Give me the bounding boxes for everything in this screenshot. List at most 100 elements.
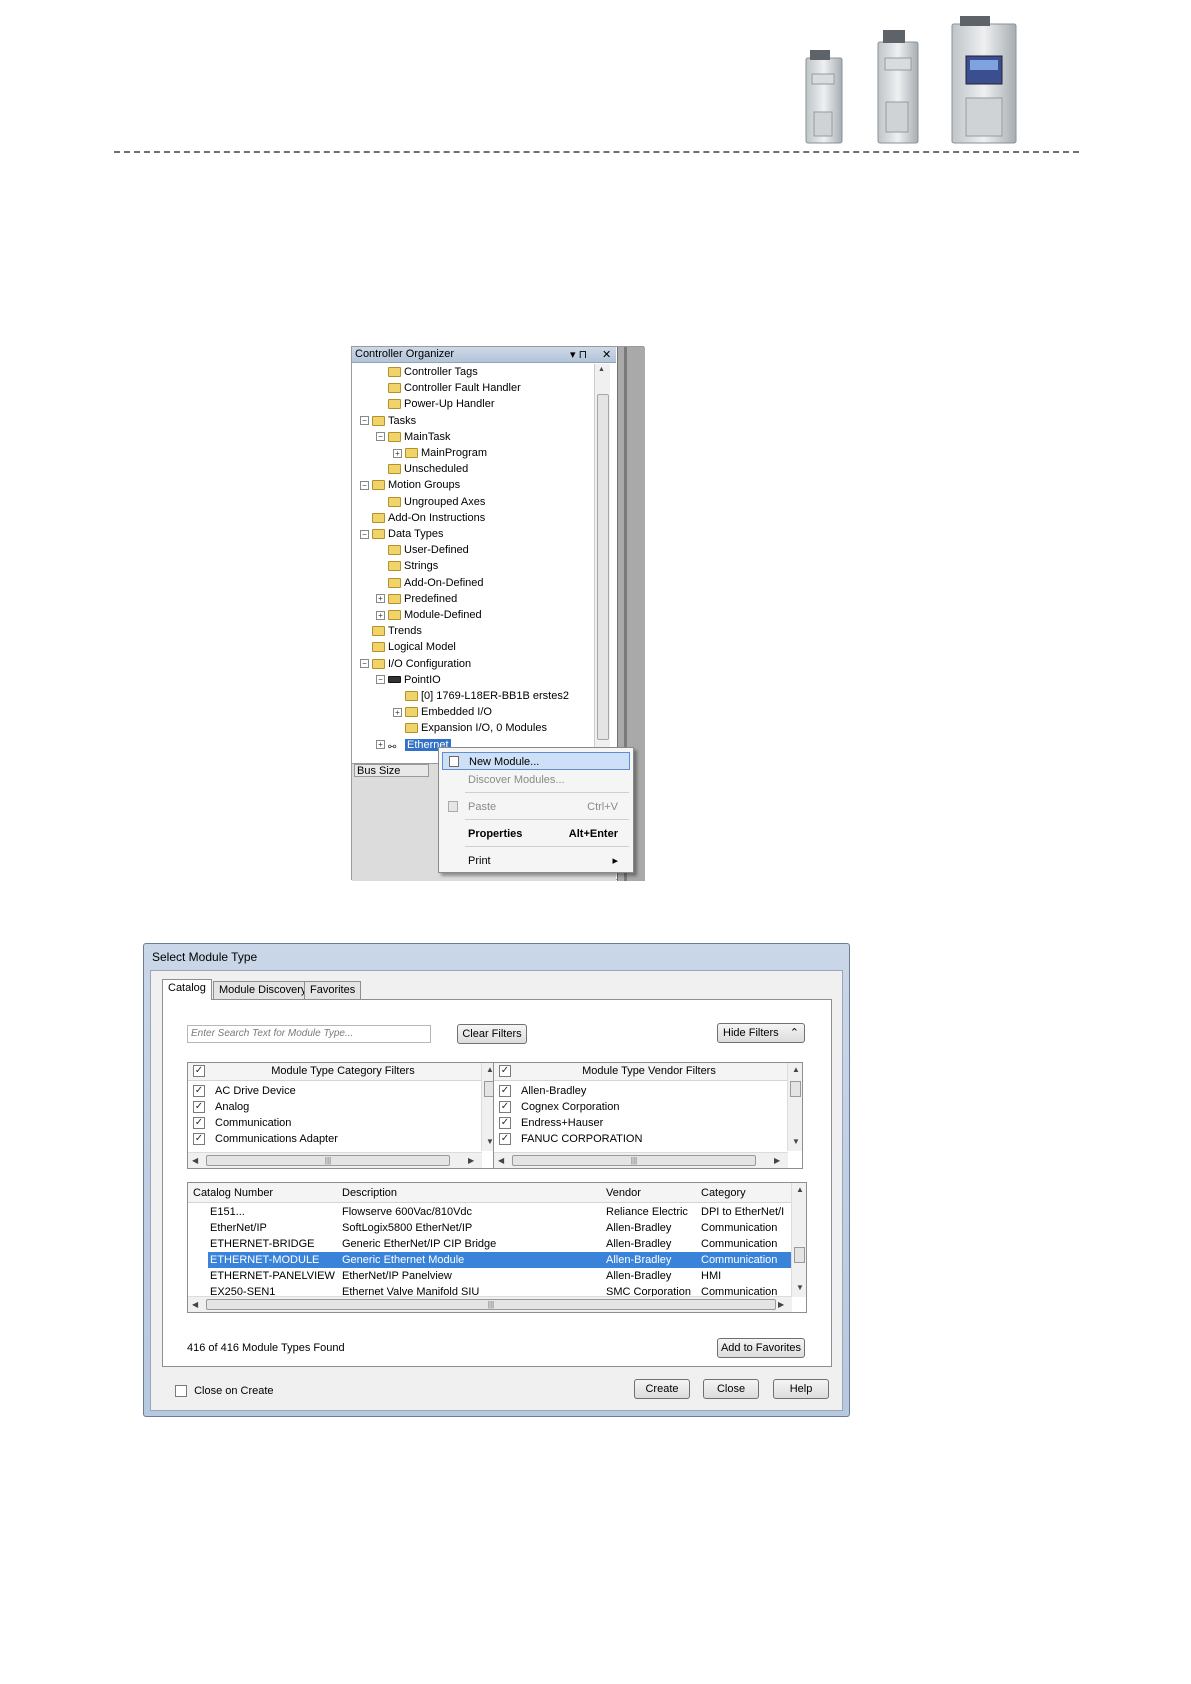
table-scrollbar[interactable]: ▲ ▼ <box>791 1183 806 1297</box>
collapse-icon: ⌃ <box>789 1027 799 1039</box>
category-select-all-checkbox[interactable]: ✓ <box>193 1065 205 1077</box>
menu-item-discover-modules[interactable]: Discover Modules... <box>442 771 630 789</box>
category-filter-item[interactable]: ✓ Communication <box>188 1115 482 1131</box>
tree-node[interactable]: [0] 1769-L18ER-BB1B erstes2 <box>393 688 569 704</box>
hide-filters-button[interactable]: Hide Filters ⌃ <box>717 1023 805 1043</box>
tree-node[interactable]: − Tasks <box>360 413 416 429</box>
category-filter-checkbox[interactable]: ✓ <box>193 1101 205 1113</box>
category-filter-checkbox[interactable]: ✓ <box>193 1117 205 1129</box>
category-filter-checkbox[interactable]: ✓ <box>193 1085 205 1097</box>
menu-item-paste[interactable]: Paste Ctrl+V <box>442 798 630 816</box>
organizer-close-icon[interactable]: ✕ <box>602 347 611 363</box>
category-filter-hscroll-thumb[interactable]: ||| <box>206 1155 450 1166</box>
vendor-filter-hscrollbar[interactable]: ◀ ||| ▶ <box>494 1152 788 1168</box>
category-filter-hscrollbar[interactable]: ◀ ||| ▶ <box>188 1152 482 1168</box>
expand-toggle-icon[interactable]: + <box>376 610 385 620</box>
search-input[interactable]: Enter Search Text for Module Type... <box>187 1025 431 1043</box>
table-cell: Allen-Bradley <box>606 1270 672 1282</box>
tree-node[interactable]: Strings <box>376 558 438 574</box>
close-on-create-checkbox[interactable] <box>175 1385 187 1398</box>
tree-node[interactable]: Trends <box>360 623 422 639</box>
tree-node[interactable]: − MainTask <box>376 429 450 445</box>
expand-toggle-icon[interactable]: − <box>360 480 369 490</box>
organizer-scroll-thumb[interactable] <box>597 394 609 740</box>
vendor-filter-checkbox[interactable]: ✓ <box>499 1133 511 1145</box>
vendor-filter-checkbox[interactable]: ✓ <box>499 1117 511 1129</box>
category-filter-item[interactable]: ✓ Analog <box>188 1099 482 1115</box>
vendor-filter-item[interactable]: ✓ Cognex Corporation <box>494 1099 788 1115</box>
tab-module-discovery[interactable]: Module Discovery <box>213 981 313 999</box>
table-row[interactable]: ETHERNET-BRIDGE Generic EtherNet/IP CIP B… <box>208 1236 792 1252</box>
expand-toggle-icon[interactable]: + <box>393 448 402 458</box>
organizer-scrollbar[interactable]: ▲ ▼ <box>594 364 610 760</box>
table-cell: ETHERNET-PANELVIEW <box>210 1270 335 1282</box>
tree-node[interactable]: Power-Up Handler <box>376 396 494 412</box>
vendor-filter-scrollbar[interactable]: ▲ ▼ <box>787 1063 802 1151</box>
category-filter-item[interactable]: ✓ AC Drive Device <box>188 1083 482 1099</box>
vendor-filter-item[interactable]: ✓ FANUC CORPORATION <box>494 1131 788 1147</box>
tree-node[interactable]: Ungrouped Axes <box>376 494 485 510</box>
expand-toggle-icon[interactable]: − <box>360 529 369 539</box>
close-on-create-option[interactable]: Close on Create <box>175 1385 274 1398</box>
tree-node[interactable]: − I/O Configuration <box>360 656 471 672</box>
close-button[interactable]: Close <box>703 1379 759 1399</box>
expand-toggle-icon[interactable]: + <box>376 740 385 750</box>
table-scroll-thumb[interactable] <box>794 1247 805 1263</box>
expand-toggle-icon[interactable]: − <box>360 659 369 669</box>
vendor-select-all-checkbox[interactable]: ✓ <box>499 1065 511 1077</box>
table-row[interactable]: ETHERNET-MODULE Generic Ethernet Module Al… <box>208 1252 792 1268</box>
vendor-filter-checkbox[interactable]: ✓ <box>499 1101 511 1113</box>
tree-node[interactable]: + Embedded I/O <box>393 704 492 720</box>
menu-item-new-module[interactable]: New Module... <box>442 752 630 770</box>
organizer-pin-icon[interactable]: ▾ ⊓ <box>570 347 587 363</box>
tree-node[interactable]: − PointIO <box>376 672 441 688</box>
table-hscroll-thumb[interactable]: ||| <box>206 1299 776 1310</box>
expand-toggle-icon[interactable]: + <box>376 594 385 604</box>
vendor-filter-scroll-thumb[interactable] <box>790 1081 801 1097</box>
create-button[interactable]: Create <box>634 1379 690 1399</box>
tree-node[interactable]: − Motion Groups <box>360 477 460 493</box>
clear-filters-button[interactable]: Clear Filters <box>457 1024 527 1044</box>
category-filter-checkbox[interactable]: ✓ <box>193 1133 205 1145</box>
tree-node[interactable]: Controller Fault Handler <box>376 380 521 396</box>
expand-toggle-icon[interactable]: − <box>376 675 385 685</box>
table-cell: Reliance Electric <box>606 1206 688 1218</box>
column-category[interactable]: Category <box>701 1187 746 1199</box>
category-filter-item[interactable]: ✓ Communications Adapter <box>188 1131 482 1147</box>
tree-node[interactable]: + Predefined <box>376 591 457 607</box>
tree-node[interactable]: + MainProgram <box>393 445 487 461</box>
vendor-filter-checkbox[interactable]: ✓ <box>499 1085 511 1097</box>
add-to-favorites-button[interactable]: Add to Favorites <box>717 1338 805 1358</box>
tree-node[interactable]: Add-On Instructions <box>360 510 485 526</box>
help-button[interactable]: Help <box>773 1379 829 1399</box>
tree-node[interactable]: User-Defined <box>376 542 469 558</box>
vendor-filter-label: Allen-Bradley <box>521 1085 587 1097</box>
tree-node[interactable]: Add-On-Defined <box>376 575 484 591</box>
tree-node[interactable]: Logical Model <box>360 639 456 655</box>
expand-toggle-icon[interactable]: + <box>393 707 402 717</box>
tab-catalog[interactable]: Catalog <box>162 979 212 1000</box>
menu-item-properties[interactable]: Properties Alt+Enter <box>442 825 630 843</box>
vendor-filter-header: ✓ Module Type Vendor Filters <box>494 1063 802 1081</box>
column-catalog-number[interactable]: Catalog Number <box>193 1187 273 1199</box>
vendor-filter-hscroll-thumb[interactable]: ||| <box>512 1155 756 1166</box>
menu-item-print[interactable]: Print ▸ <box>442 852 630 870</box>
expand-toggle-icon[interactable]: − <box>376 432 385 442</box>
tree-node[interactable]: − Data Types <box>360 526 443 542</box>
bus-size-label: Bus Size <box>354 764 429 777</box>
tree-node[interactable]: + Module-Defined <box>376 607 482 623</box>
vendor-filter-item[interactable]: ✓ Allen-Bradley <box>494 1083 788 1099</box>
vendor-filter-item[interactable]: ✓ Endress+Hauser <box>494 1115 788 1131</box>
tree-node[interactable]: Controller Tags <box>376 364 478 380</box>
tab-favorites[interactable]: Favorites <box>304 981 362 999</box>
table-row[interactable]: ETHERNET-PANELVIEW EtherNet/IP Panelview A… <box>208 1268 792 1284</box>
column-vendor[interactable]: Vendor <box>606 1187 641 1199</box>
tree-node[interactable]: Unscheduled <box>376 461 468 477</box>
table-hscrollbar[interactable]: ◀ ||| ▶ <box>188 1296 792 1312</box>
column-description[interactable]: Description <box>342 1187 397 1199</box>
table-row[interactable]: E151... Flowserve 600Vac/810Vdc Reliance E… <box>208 1204 792 1220</box>
table-row[interactable]: EtherNet/IP SoftLogix5800 EtherNet/IP Alle… <box>208 1220 792 1236</box>
tree-node[interactable]: Expansion I/O, 0 Modules <box>393 720 547 736</box>
tree-node-label: Strings <box>404 560 439 573</box>
expand-toggle-icon[interactable]: − <box>360 416 369 426</box>
